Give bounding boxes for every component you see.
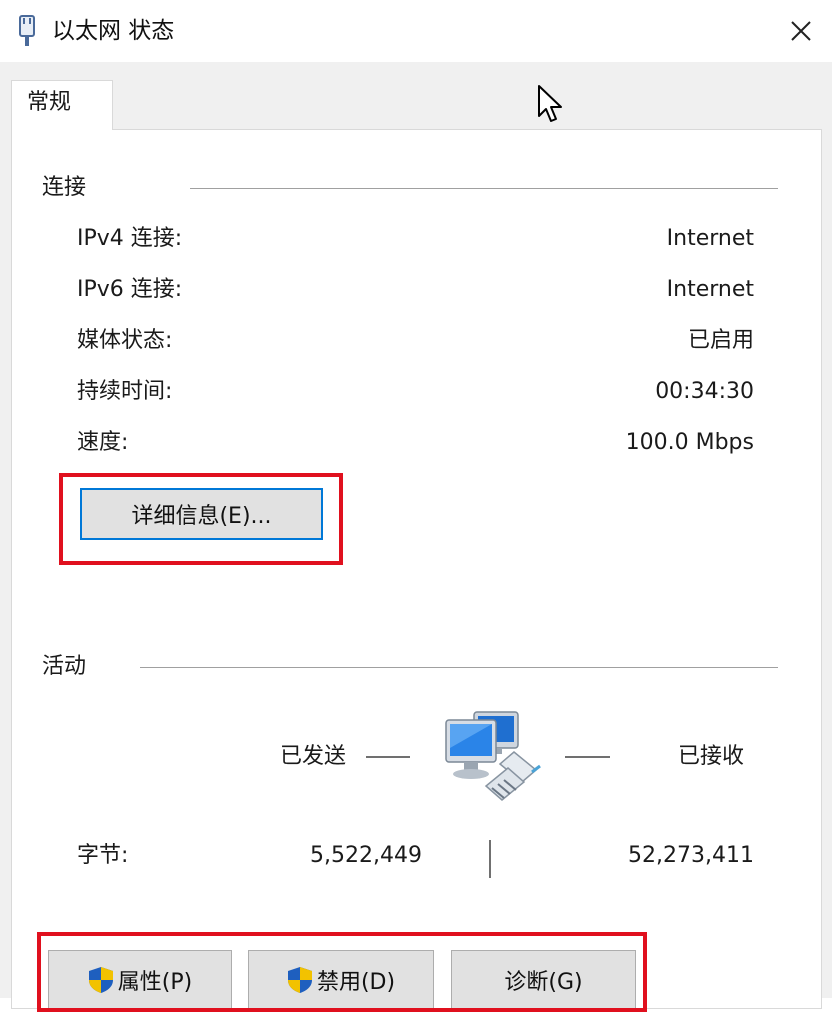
tab-general-label: 常规	[27, 90, 72, 115]
ipv4-label: IPv4 连接:	[77, 226, 183, 251]
activity-group-divider	[140, 667, 778, 668]
diagnose-button-label: 诊断(G)	[504, 970, 583, 995]
details-button[interactable]: 详细信息(E)...	[80, 488, 323, 540]
ipv6-value: Internet	[666, 277, 754, 302]
ipv4-value: Internet	[666, 226, 754, 251]
bytes-received-value: 52,273,411	[628, 843, 754, 868]
duration-label: 持续时间:	[77, 379, 173, 404]
media-state-value: 已启用	[687, 328, 754, 353]
diagnose-button[interactable]: 诊断(G)	[451, 950, 636, 1010]
title-bar: 以太网 状态	[0, 0, 832, 62]
ethernet-plug-icon	[19, 15, 35, 46]
properties-button[interactable]: 属性(P)	[48, 950, 232, 1010]
connection-group-divider	[190, 188, 778, 189]
bytes-sent-value: 5,522,449	[310, 843, 422, 868]
details-button-label: 详细信息(E)...	[131, 504, 272, 529]
received-label: 已接收	[678, 744, 745, 769]
disable-button[interactable]: 禁用(D)	[248, 950, 434, 1010]
uac-shield-icon	[88, 967, 113, 993]
mouse-cursor-icon	[538, 85, 562, 122]
disable-button-label: 禁用(D)	[316, 970, 396, 995]
sent-connector-line	[366, 756, 410, 758]
tab-panel	[11, 129, 822, 1009]
speed-value: 100.0 Mbps	[625, 430, 754, 455]
ipv6-label: IPv6 连接:	[77, 277, 183, 302]
bytes-divider	[489, 840, 491, 878]
connection-group-label: 连接	[42, 175, 87, 200]
network-computers-icon	[445, 711, 541, 801]
bytes-label: 字节:	[77, 843, 129, 868]
duration-value: 00:34:30	[655, 379, 754, 404]
speed-label: 速度:	[77, 430, 129, 455]
close-button[interactable]	[770, 0, 832, 62]
window-title: 以太网 状态	[52, 18, 175, 44]
sent-label: 已发送	[280, 744, 347, 769]
uac-shield-icon	[287, 967, 312, 993]
close-icon	[791, 21, 811, 41]
media-state-label: 媒体状态:	[77, 328, 173, 353]
properties-button-label: 属性(P)	[117, 970, 193, 995]
activity-group-label: 活动	[42, 654, 87, 679]
received-connector-line	[565, 756, 610, 758]
